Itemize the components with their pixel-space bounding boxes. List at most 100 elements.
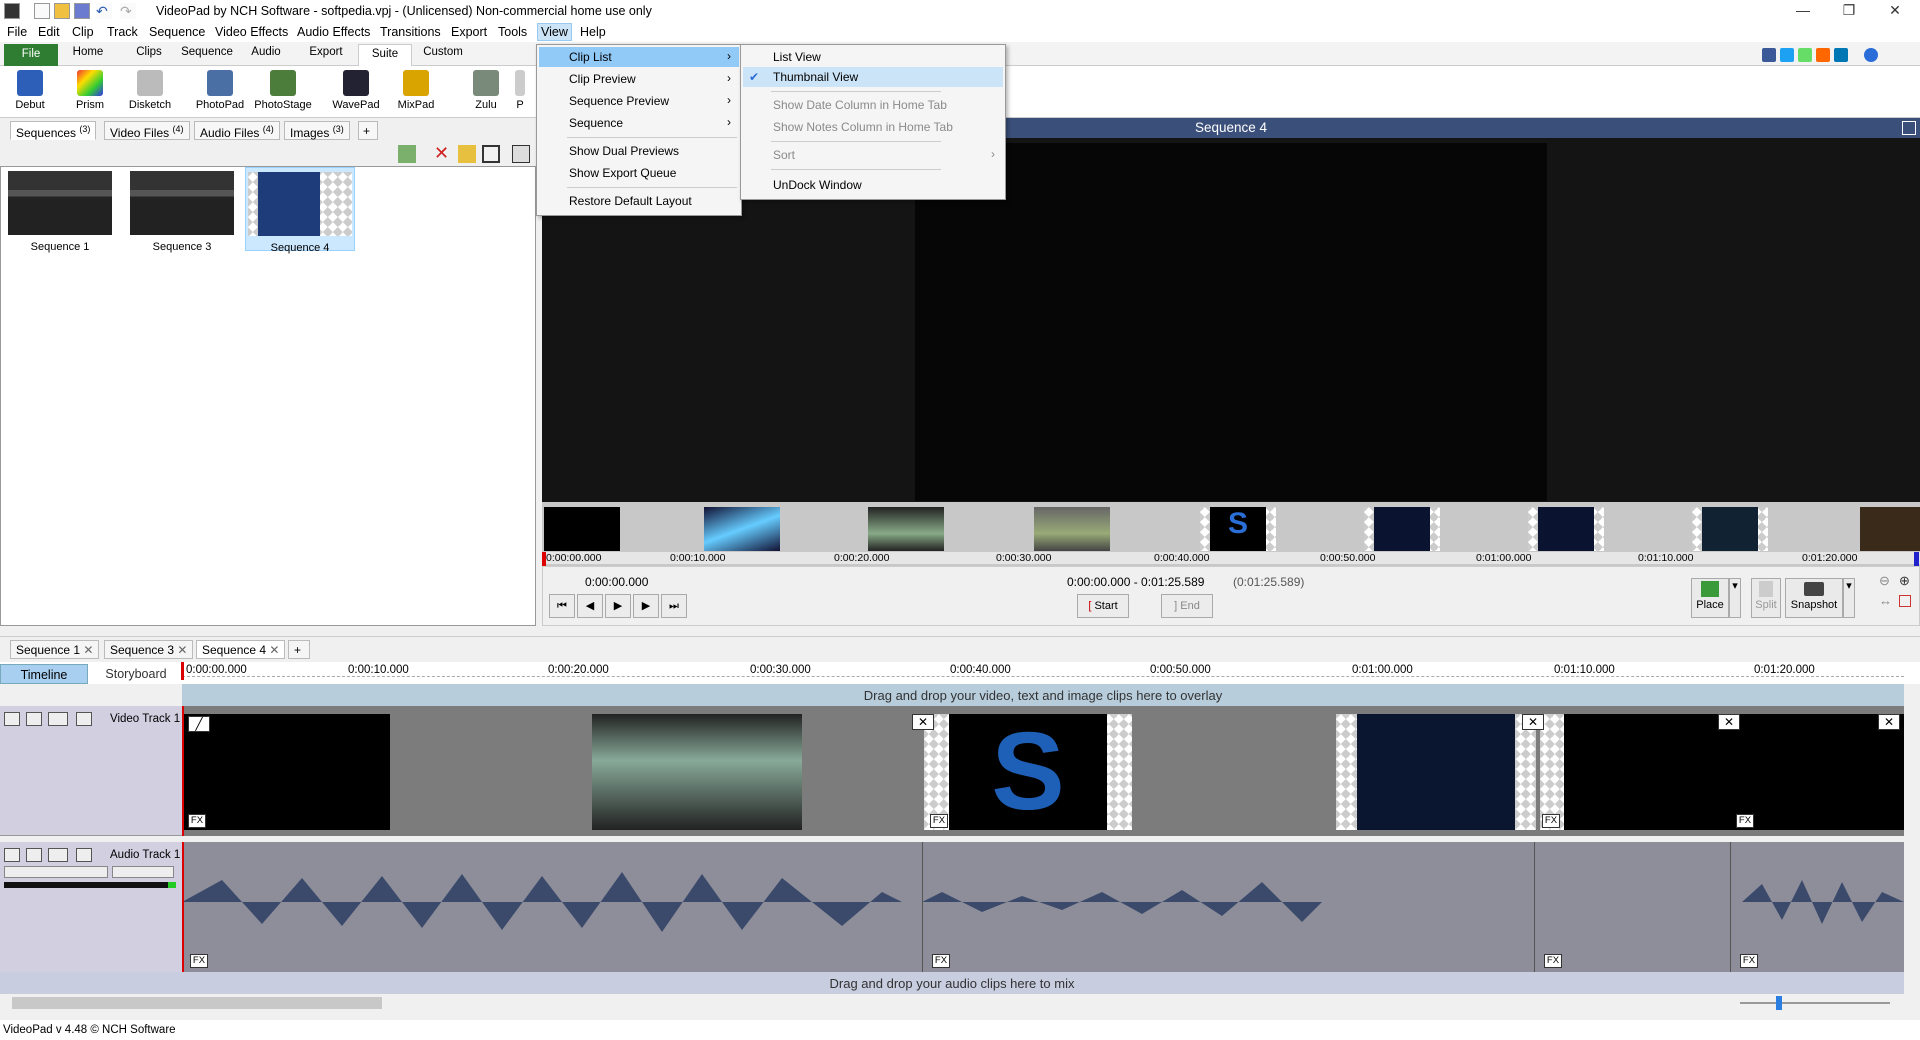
- menu-item-restore-default-layout[interactable]: Restore Default Layout: [539, 191, 739, 211]
- fx-button[interactable]: FX: [190, 954, 208, 968]
- step-back-button[interactable]: ◀: [577, 594, 603, 618]
- more-suite-button[interactable]: P: [510, 68, 530, 111]
- new-file-icon[interactable]: [34, 3, 50, 19]
- menu-help[interactable]: Help: [580, 25, 606, 39]
- seq-tab-3[interactable]: Sequence 3 ✕: [104, 640, 194, 659]
- photopad-button[interactable]: PhotoPad: [194, 68, 246, 111]
- timeline-ruler[interactable]: [182, 676, 1904, 683]
- facebook-icon[interactable]: [1762, 48, 1776, 62]
- menu-clip[interactable]: Clip: [72, 25, 94, 39]
- go-start-button[interactable]: ⏮: [549, 594, 575, 618]
- tab-sequence[interactable]: Sequence: [178, 46, 236, 58]
- close-tab-icon[interactable]: ✕: [83, 643, 93, 657]
- tab-custom[interactable]: Custom: [416, 46, 470, 58]
- fx-button[interactable]: FX: [1740, 954, 1758, 968]
- zulu-button[interactable]: Zulu: [460, 68, 512, 111]
- video-clip[interactable]: [1336, 714, 1536, 830]
- scroll-thumb[interactable]: [12, 997, 382, 1009]
- seq-tab-4[interactable]: Sequence 4 ✕: [196, 640, 286, 659]
- menu-item-show-export-queue[interactable]: Show Export Queue: [539, 163, 739, 183]
- undock-preview-icon[interactable]: [1902, 121, 1916, 135]
- menu-item-clip-preview[interactable]: Clip Preview ›: [539, 69, 739, 89]
- fit-icon[interactable]: ↔: [1879, 593, 1892, 608]
- share-icon[interactable]: [1798, 48, 1812, 62]
- close-tab-icon[interactable]: ✕: [177, 643, 187, 657]
- zoom-slider[interactable]: [1740, 1002, 1890, 1004]
- debut-button[interactable]: Debut: [4, 68, 56, 111]
- minimize-button[interactable]: —: [1780, 2, 1826, 20]
- add-bin-tab-button[interactable]: +: [358, 121, 378, 140]
- menu-tools[interactable]: Tools: [498, 25, 527, 39]
- snapshot-dropdown[interactable]: ▾: [1843, 578, 1855, 618]
- menu-view[interactable]: View: [537, 23, 572, 41]
- seq-tab-1[interactable]: Sequence 1 ✕: [10, 640, 100, 659]
- menu-audio-effects[interactable]: Audio Effects: [297, 25, 370, 39]
- playhead-start-marker[interactable]: [542, 552, 546, 566]
- video-clip[interactable]: [182, 714, 390, 830]
- add-sequence-button[interactable]: +: [288, 640, 310, 659]
- fx-button[interactable]: FX: [1542, 814, 1560, 828]
- menu-track[interactable]: Track: [107, 25, 138, 39]
- tab-images[interactable]: Images (3): [284, 121, 350, 140]
- zoom-out-icon[interactable]: ⊖: [1879, 573, 1890, 589]
- menu-transitions[interactable]: Transitions: [380, 25, 441, 39]
- blend-icon[interactable]: [48, 712, 68, 726]
- video-track[interactable]: S ╱ ✕ ✕ ✕ ✕ FX FX FX FX: [182, 706, 1904, 836]
- video-clip[interactable]: [1730, 714, 1904, 830]
- mixpad-button[interactable]: MixPad: [390, 68, 442, 111]
- menu-file[interactable]: File: [7, 25, 27, 39]
- tab-audio-files[interactable]: Audio Files (4): [194, 121, 280, 140]
- fx-button[interactable]: FX: [930, 814, 948, 828]
- menu-video-effects[interactable]: Video Effects: [215, 25, 288, 39]
- step-forward-button[interactable]: ▶: [633, 594, 659, 618]
- delete-icon[interactable]: ✕: [434, 143, 449, 164]
- undo-icon[interactable]: ↶: [96, 3, 112, 19]
- overlay-drop-zone[interactable]: Drag and drop your video, text and image…: [182, 684, 1904, 706]
- place-dropdown[interactable]: ▾: [1729, 578, 1741, 618]
- menu-item-sequence[interactable]: Sequence ›: [539, 113, 739, 133]
- stumble-icon[interactable]: [1816, 48, 1830, 62]
- set-start-button[interactable]: [ Start: [1077, 594, 1129, 618]
- maximize-button[interactable]: ❐: [1826, 2, 1872, 20]
- collapse-track-icon[interactable]: [4, 712, 20, 726]
- photostage-button[interactable]: PhotoStage: [252, 68, 314, 111]
- help-icon[interactable]: [1864, 48, 1878, 62]
- new-folder-icon[interactable]: [458, 145, 476, 163]
- submenu-list-view[interactable]: List View: [743, 47, 1003, 67]
- transition-icon[interactable]: ✕: [1522, 714, 1544, 730]
- storyboard-mode-button[interactable]: Storyboard: [92, 664, 180, 684]
- menu-sequence[interactable]: Sequence: [149, 25, 205, 39]
- timeline-mode-button[interactable]: Timeline: [0, 664, 88, 684]
- video-clip[interactable]: [592, 714, 802, 830]
- tab-clips[interactable]: Clips: [124, 46, 174, 58]
- transition-icon[interactable]: ✕: [912, 714, 934, 730]
- playhead-end-marker[interactable]: [1914, 552, 1919, 566]
- video-clip[interactable]: S: [924, 714, 1132, 830]
- set-end-button[interactable]: ] End: [1161, 594, 1213, 618]
- submenu-thumbnail-view[interactable]: ✔ Thumbnail View: [743, 67, 1003, 87]
- tab-audio[interactable]: Audio: [240, 46, 292, 58]
- submenu-undock-window[interactable]: UnDock Window: [743, 175, 1003, 195]
- menu-item-sequence-preview[interactable]: Sequence Preview ›: [539, 91, 739, 111]
- place-button[interactable]: Place: [1691, 578, 1729, 618]
- transition-icon[interactable]: ✕: [1878, 714, 1900, 730]
- fx-button[interactable]: FX: [1736, 814, 1754, 828]
- tab-home[interactable]: Home: [62, 46, 114, 58]
- close-tab-icon[interactable]: ✕: [269, 643, 279, 657]
- lock-icon[interactable]: [76, 848, 92, 862]
- zoom-in-icon[interactable]: ⊕: [1899, 573, 1910, 589]
- menu-export[interactable]: Export: [451, 25, 487, 39]
- lock-icon[interactable]: [76, 712, 92, 726]
- play-button[interactable]: ▶: [605, 594, 631, 618]
- wavepad-button[interactable]: WavePad: [330, 68, 382, 111]
- collapse-track-icon[interactable]: [4, 848, 20, 862]
- menu-edit[interactable]: Edit: [38, 25, 60, 39]
- solo-icon[interactable]: [48, 848, 68, 862]
- tab-file[interactable]: File: [4, 44, 58, 66]
- menu-item-show-dual-previews[interactable]: Show Dual Previews: [539, 141, 739, 161]
- twitter-icon[interactable]: [1780, 48, 1794, 62]
- save-icon[interactable]: [74, 3, 90, 19]
- linkedin-icon[interactable]: [1834, 48, 1848, 62]
- playhead[interactable]: [181, 662, 184, 680]
- split-button[interactable]: Split: [1751, 578, 1781, 618]
